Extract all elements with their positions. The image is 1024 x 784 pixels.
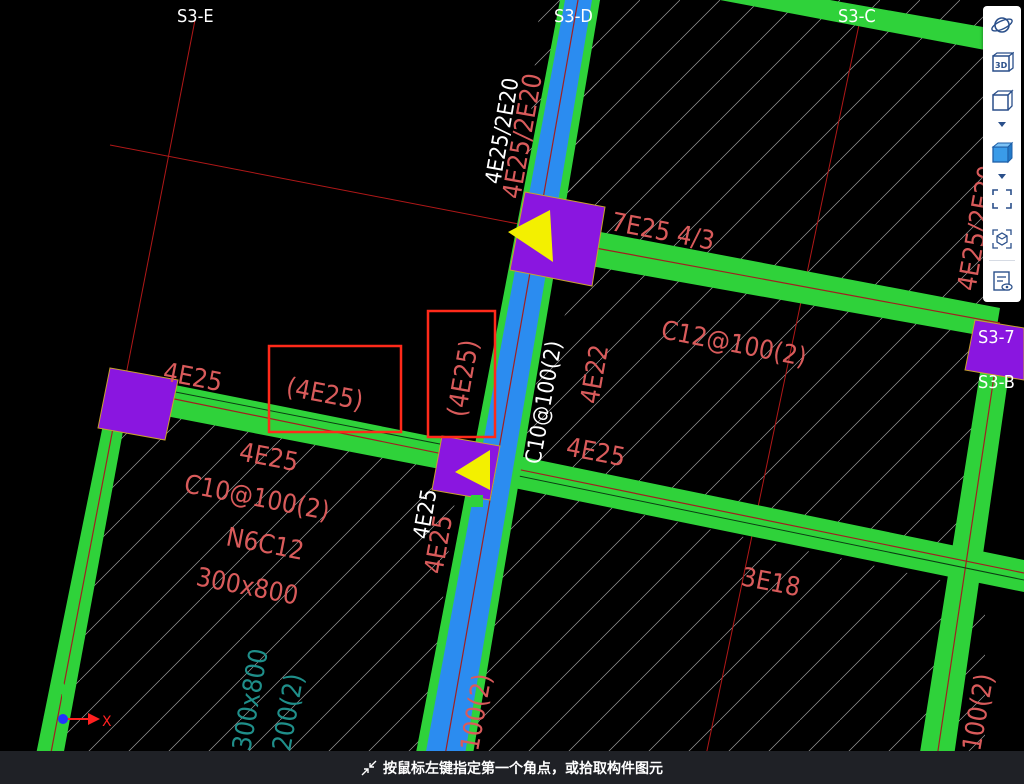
view-shaded-dropdown[interactable]: [995, 172, 1009, 180]
list-eye-icon: [993, 271, 1013, 291]
status-bar: 按鼠标左键指定第一个角点，或拾取构件图元: [0, 751, 1024, 784]
svg-text:3D: 3D: [995, 61, 1008, 70]
orbit-icon: [991, 17, 1013, 33]
region-select-icon: [992, 189, 1012, 209]
view-box-button[interactable]: [987, 88, 1017, 114]
grip-square-green[interactable]: [471, 495, 483, 507]
axis-label-s37: S3-7: [978, 327, 1015, 348]
cad-drawing-canvas[interactable]: S3-E S3-D S3-C S3-7 S3-B 4E25 (4E25) 4E2…: [0, 0, 1024, 784]
select-region-button[interactable]: [987, 186, 1017, 212]
properties-view-button[interactable]: [987, 268, 1017, 294]
axis-label-s3c: S3-C: [838, 6, 876, 27]
axis-x-label: X: [102, 714, 112, 730]
dynamic-observe-button[interactable]: [987, 226, 1017, 252]
view-3d-button[interactable]: 3D: [987, 50, 1017, 76]
shrink-arrows-icon: [361, 760, 377, 776]
3d-icon: 3D: [992, 51, 1014, 72]
cube-shaded-icon: [991, 141, 1014, 164]
cube-outline-icon: [992, 89, 1014, 111]
view-toolbar: 3D: [983, 6, 1021, 302]
status-message: 按鼠标左键指定第一个角点，或拾取构件图元: [383, 760, 663, 777]
hexagon-cube-icon: [992, 229, 1012, 249]
caret-down-icon: [998, 173, 1006, 179]
axis-label-s3e: S3-E: [177, 6, 214, 27]
axis-label-s3b: S3-B: [978, 372, 1015, 393]
caret-down-icon: [998, 121, 1006, 127]
view-box-dropdown[interactable]: [995, 120, 1009, 128]
toolbar-divider: [989, 260, 1015, 261]
view-shaded-button[interactable]: [987, 140, 1017, 166]
orbit-view-button[interactable]: [987, 12, 1017, 38]
axis-label-s3d: S3-D: [554, 6, 593, 27]
